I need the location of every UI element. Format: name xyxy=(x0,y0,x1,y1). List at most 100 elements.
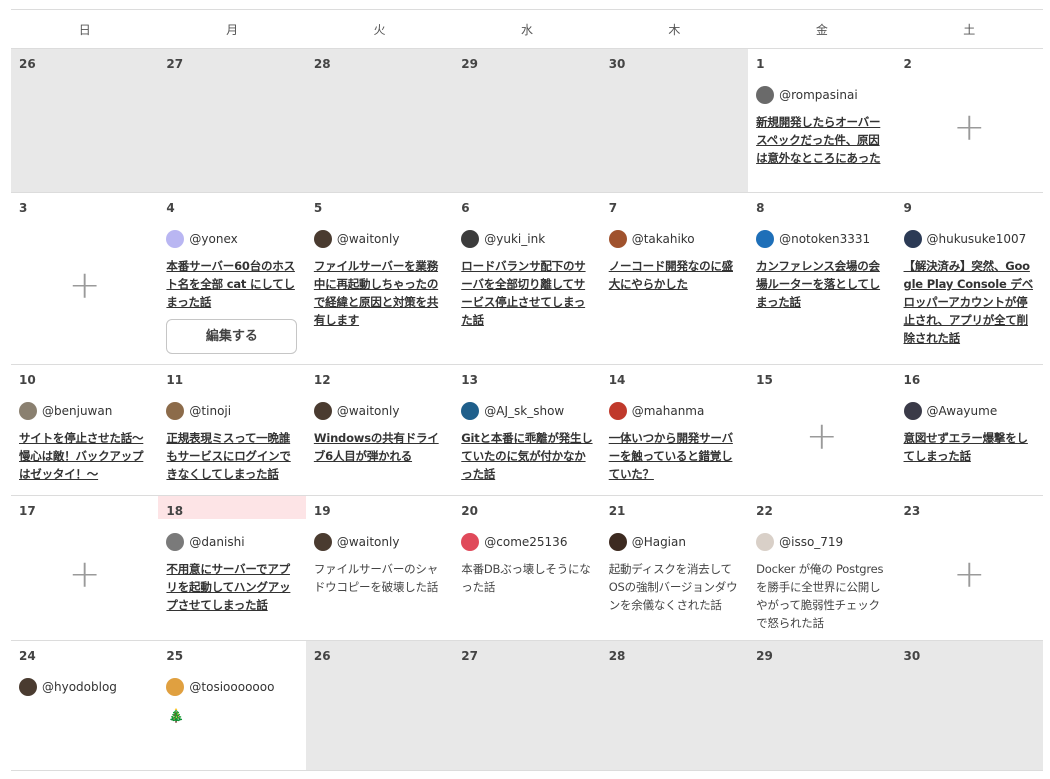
week-row: 3 +4 @yonex 本番サーバー60台のホスト名を全部 cat にしてしまった話編… xyxy=(11,193,1043,365)
add-entry-button[interactable]: + xyxy=(69,266,101,304)
author[interactable]: @waitonly xyxy=(313,401,445,421)
author-name[interactable]: @takahiko xyxy=(632,232,695,246)
day-cell-outside-month: 27 xyxy=(453,641,601,770)
edit-button[interactable]: 編集する xyxy=(166,319,298,354)
author-name[interactable]: @AJ_sk_show xyxy=(484,404,564,418)
day-cell: 20 @come25136 本番DBぶっ壊しそうになった話 xyxy=(453,496,600,640)
article-title-link[interactable]: ファイルサーバーのシャドウコピーを破壊した話 xyxy=(314,560,445,596)
article-title-link[interactable]: ロードバランサ配下のサーバを全部切り離してサービス停止させてしまった話 xyxy=(461,257,592,329)
add-entry-button[interactable]: + xyxy=(953,555,985,593)
day-number: 16 xyxy=(903,373,921,387)
author[interactable]: @Awayume xyxy=(903,401,1035,421)
author-name[interactable]: @hyodoblog xyxy=(42,680,117,694)
author[interactable]: @AJ_sk_show xyxy=(461,401,592,421)
add-entry-button[interactable]: + xyxy=(806,417,838,455)
article-title-link[interactable]: ファイルサーバーを業務中に再起動しちゃったので経緯と原因と対策を共有します xyxy=(314,257,445,329)
author-name[interactable]: @Awayume xyxy=(927,404,998,418)
author[interactable]: @hukusuke1007 xyxy=(903,229,1035,249)
author[interactable]: @come25136 xyxy=(461,532,592,552)
author-name[interactable]: @yonex xyxy=(189,232,237,246)
day-number: 3 xyxy=(19,201,28,215)
author[interactable]: @notoken3331 xyxy=(756,229,887,249)
day-cell: 24 @hyodoblog xyxy=(11,641,158,770)
author[interactable]: @tinoji xyxy=(166,401,297,421)
avatar xyxy=(166,402,185,420)
author-name[interactable]: @benjuwan xyxy=(42,404,112,418)
day-number: 27 xyxy=(461,649,478,663)
calendar-body: 26 27 28 29 30 1 @rompasinai 新規開発したらオーバースペックだった… xyxy=(11,49,1043,771)
day-number: 28 xyxy=(608,649,626,663)
article-title-link[interactable]: 一体いつから開発サーバーを触っていると錯覚していた？ xyxy=(609,429,740,483)
author-name[interactable]: @tosiooooooo xyxy=(189,680,274,694)
day-number: 26 xyxy=(313,649,331,663)
article-title-link[interactable]: ノーコード開発なのに盛大にやらかした xyxy=(609,257,740,293)
week-row: 17 +18 @danishi 不用意にサーバーでアプリを起動してハングアップさせてし… xyxy=(11,496,1043,641)
author-name[interactable]: @waitonly xyxy=(337,404,400,418)
day-number: 30 xyxy=(903,649,921,663)
add-entry-button[interactable]: + xyxy=(69,555,101,593)
weekday-label: 水 xyxy=(520,22,533,37)
author-name[interactable]: @yuki_ink xyxy=(484,232,545,246)
weekday-header: 日月火水木金土 xyxy=(11,10,1043,49)
article-title-link[interactable]: 本番サーバー60台のホスト名を全部 cat にしてしまった話 xyxy=(166,257,297,311)
article-title-link[interactable]: 不用意にサーバーでアプリを起動してハングアップさせてしまった話 xyxy=(166,560,297,614)
day-cell-outside-month: 28 xyxy=(600,641,749,770)
author[interactable]: @yuki_ink xyxy=(461,229,592,249)
weekday-label: 金 xyxy=(815,22,828,37)
article-title-link[interactable]: サイトを停止させた話〜慢心は敵！バックアップはゼッタイ！〜 xyxy=(19,429,150,483)
article-title-link[interactable]: カンファレンス会場の会場ルーターを落としてしまった話 xyxy=(756,257,887,311)
author[interactable]: @yonex xyxy=(166,229,297,249)
author[interactable]: @benjuwan xyxy=(19,401,150,421)
avatar xyxy=(903,230,922,248)
day-cell: 17 + xyxy=(11,496,158,640)
avatar xyxy=(608,230,627,248)
author[interactable]: @hyodoblog xyxy=(19,677,150,697)
article-title-link[interactable]: 意図せずエラー爆撃をしてしまった話 xyxy=(904,429,1035,465)
article-title-link[interactable]: 本番DBぶっ壊しそうになった話 xyxy=(461,560,592,596)
author[interactable]: @Hagian xyxy=(608,532,740,552)
day-cell: 13 @AJ_sk_show Gitと本番に乖離が発生していたのに気が付かなかった話 xyxy=(453,365,600,495)
author[interactable]: @danishi xyxy=(166,532,297,552)
author-name[interactable]: @danishi xyxy=(189,535,244,549)
article-title-link[interactable]: 起動ディスクを消去してOSの強制バージョンダウンを余儀なくされた話 xyxy=(609,560,740,614)
article-title-link[interactable]: 新規開発したらオーバースペックだった件、原因は意外なところにあった xyxy=(756,113,887,167)
weekday-label: 土 xyxy=(963,22,976,37)
day-number: 4 xyxy=(166,201,175,215)
author[interactable]: @waitonly xyxy=(313,229,445,249)
author[interactable]: @tosiooooooo xyxy=(166,677,297,697)
day-number: 14 xyxy=(608,373,626,387)
author[interactable]: @rompasinai xyxy=(756,85,887,105)
author-name[interactable]: @isso_719 xyxy=(779,535,843,549)
article-title-link[interactable]: Windowsの共有ドライブ6人目が弾かれる xyxy=(314,429,445,465)
author[interactable]: @mahanma xyxy=(608,401,740,421)
add-entry-button[interactable]: + xyxy=(953,108,985,146)
day-cell: 23 + xyxy=(896,496,1043,640)
author-name[interactable]: @rompasinai xyxy=(779,88,858,102)
author-name[interactable]: @hukusuke1007 xyxy=(927,232,1027,246)
article-title-link[interactable]: 正規表現ミスって一晩誰もサービスにログインできなくしてしまった話 xyxy=(166,429,297,483)
avatar xyxy=(903,402,922,420)
day-number: 13 xyxy=(461,373,478,387)
author-name[interactable]: @waitonly xyxy=(337,535,400,549)
author-name[interactable]: @notoken3331 xyxy=(779,232,870,246)
day-number: 22 xyxy=(756,504,773,518)
day-cell: 22 @isso_719 Docker が俺の Postgres を勝手に全世界に公… xyxy=(748,496,895,640)
article-title-link[interactable]: 【解決済み】突然、Google Play Console デベロッパーアカウント… xyxy=(904,257,1035,347)
article-title-link[interactable]: Docker が俺の Postgres を勝手に全世界に公開しやがって脆弱性チェ… xyxy=(756,560,887,632)
author[interactable]: @waitonly xyxy=(313,532,445,552)
day-cell: 18 @danishi 不用意にサーバーでアプリを起動してハングアップさせてしまった… xyxy=(158,496,306,640)
day-number: 30 xyxy=(608,57,626,71)
day-number: 24 xyxy=(19,649,36,663)
day-cell-outside-month: 30 xyxy=(895,641,1043,770)
avatar xyxy=(19,678,37,696)
author[interactable]: @isso_719 xyxy=(756,532,887,552)
author[interactable]: @takahiko xyxy=(608,229,740,249)
article-title-link[interactable]: Gitと本番に乖離が発生していたのに気が付かなかった話 xyxy=(461,429,592,483)
author-name[interactable]: @tinoji xyxy=(189,404,231,418)
author-name[interactable]: @mahanma xyxy=(632,404,705,418)
day-number: 29 xyxy=(756,649,773,663)
author-name[interactable]: @come25136 xyxy=(484,535,567,549)
author-name[interactable]: @Hagian xyxy=(632,535,686,549)
avatar xyxy=(166,533,185,551)
author-name[interactable]: @waitonly xyxy=(337,232,400,246)
